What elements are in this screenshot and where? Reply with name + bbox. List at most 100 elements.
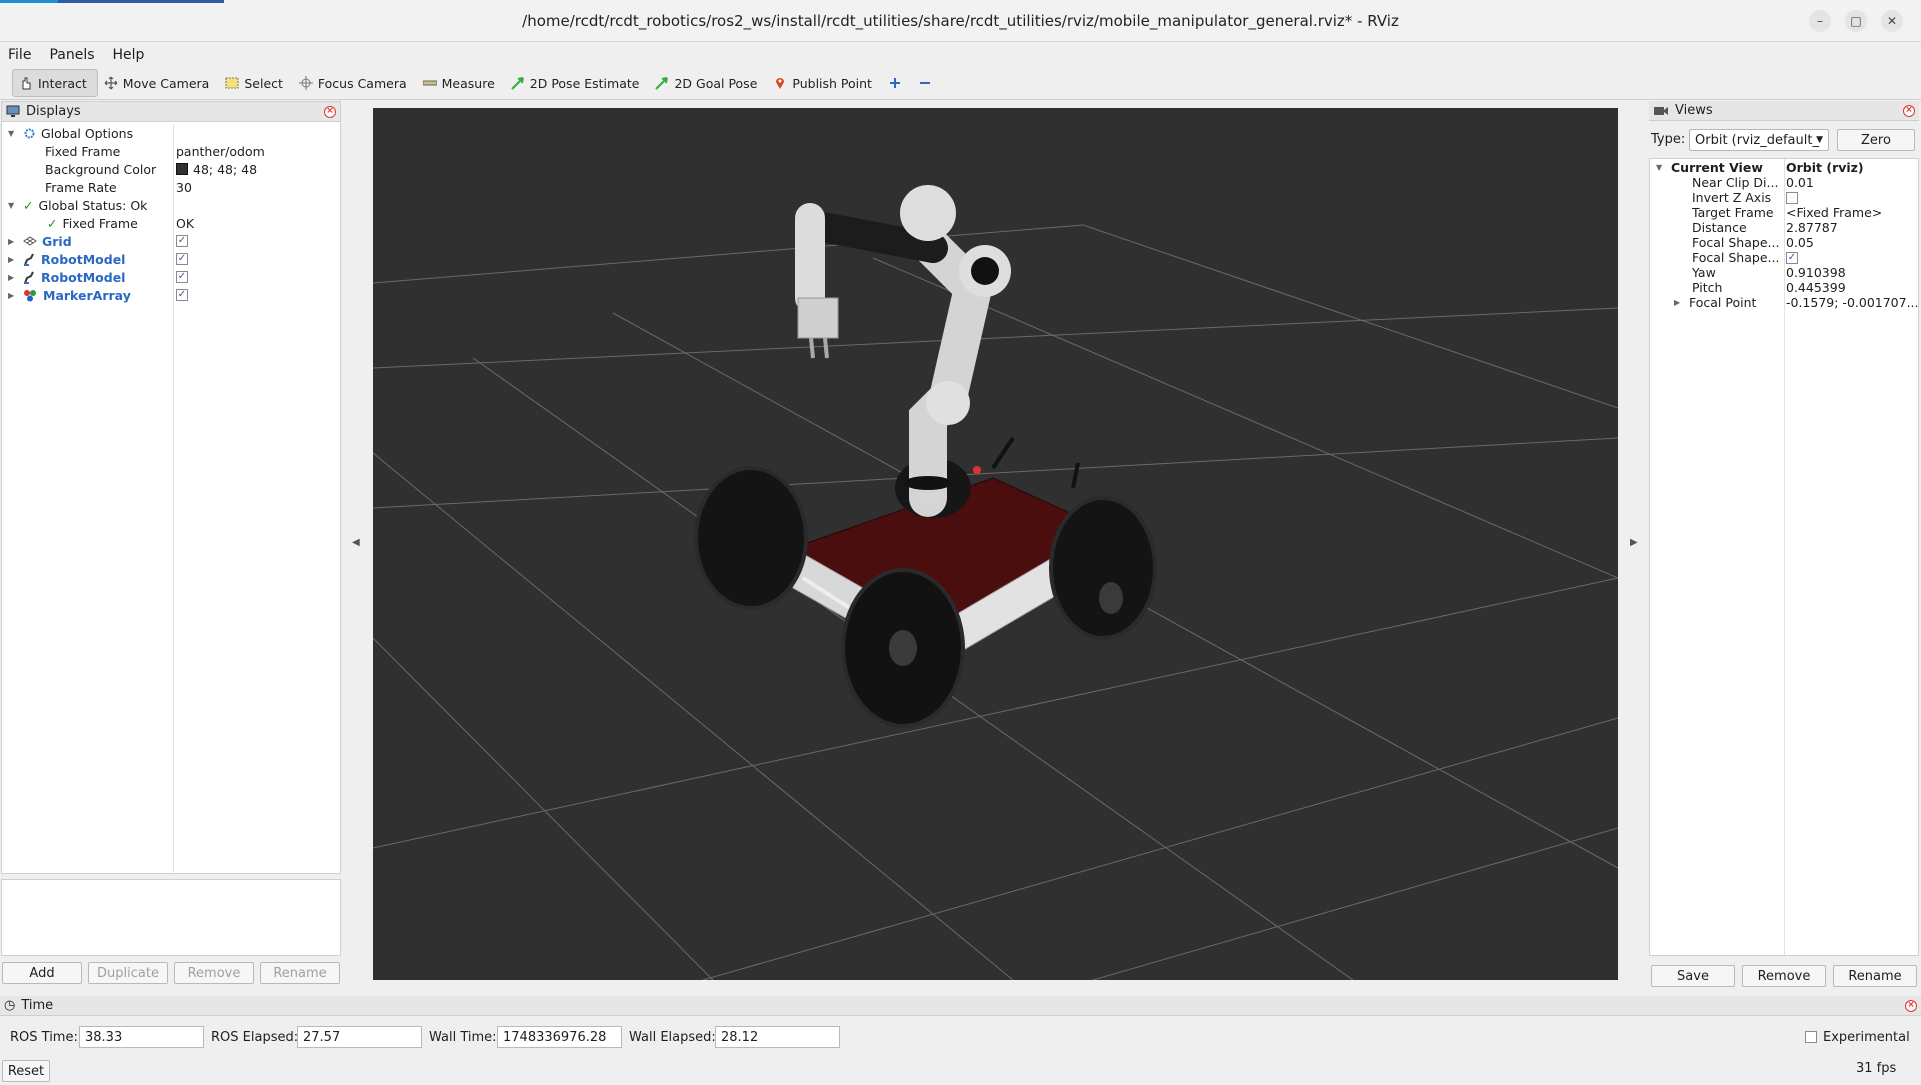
collapse-arrow-icon[interactable]: ▼ <box>8 129 18 138</box>
interact-tool-button[interactable]: Interact <box>12 69 98 97</box>
fixed-frame-value[interactable]: panther/odom <box>176 144 265 159</box>
zero-button[interactable]: Zero <box>1837 129 1915 151</box>
wall-time-field[interactable]: 1748336976.28 <box>497 1026 622 1048</box>
check-icon: ✓ <box>47 215 58 231</box>
color-swatch[interactable] <box>176 163 188 175</box>
wall-elapsed-field[interactable]: 28.12 <box>715 1026 840 1048</box>
reset-button[interactable]: Reset <box>2 1060 50 1082</box>
maximize-icon[interactable]: □ <box>1845 10 1867 32</box>
tree-row-fixed-frame[interactable]: Fixed Frame panther/odom <box>2 142 342 160</box>
tree-row-global-status[interactable]: ▼ ✓ Global Status: Ok <box>2 196 342 214</box>
remove-display-button[interactable]: Remove <box>174 962 254 984</box>
tree-row-distance[interactable]: Distance 2.87787 <box>1650 220 1918 235</box>
ros-elapsed-field[interactable]: 27.57 <box>297 1026 422 1048</box>
focal-point-value[interactable]: -0.1579; -0.001707... <box>1786 295 1919 310</box>
yaw-value[interactable]: 0.910398 <box>1786 265 1846 280</box>
save-view-button[interactable]: Save <box>1651 965 1735 987</box>
markerarray-checkbox[interactable]: ✓ <box>176 289 188 301</box>
experimental-checkbox[interactable] <box>1805 1031 1817 1043</box>
tree-row-near-clip[interactable]: Near Clip Di... 0.01 <box>1650 175 1918 190</box>
tree-row-robotmodel-1[interactable]: ▶ RobotModel ✓ <box>2 250 342 268</box>
grid-checkbox[interactable]: ✓ <box>176 235 188 247</box>
tool-bar: Interact Move Camera Select Focus Camera… <box>0 67 1921 100</box>
measure-tool-button[interactable]: Measure <box>417 69 505 97</box>
tree-row-grid[interactable]: ▶ Grid ✓ <box>2 232 342 250</box>
move-camera-label: Move Camera <box>122 75 210 91</box>
tree-row-yaw[interactable]: Yaw 0.910398 <box>1650 265 1918 280</box>
tree-row-frame-rate[interactable]: Frame Rate 30 <box>2 178 342 196</box>
menu-panels[interactable]: Panels <box>49 47 94 63</box>
tree-row-pitch[interactable]: Pitch 0.445399 <box>1650 280 1918 295</box>
add-display-button[interactable]: Add <box>2 962 82 984</box>
collapse-arrow-icon[interactable]: ▼ <box>8 201 18 210</box>
collapse-left-arrow-icon[interactable]: ◀ <box>352 537 360 548</box>
tree-row-target-frame[interactable]: Target Frame <Fixed Frame> <box>1650 205 1918 220</box>
view-type-select[interactable]: Orbit (rviz_default_ ▼ <box>1689 129 1829 151</box>
goal-pose-tool-button[interactable]: 2D Goal Pose <box>649 69 767 97</box>
robotmodel-checkbox[interactable]: ✓ <box>176 271 188 283</box>
distance-value[interactable]: 2.87787 <box>1786 220 1838 235</box>
tree-row-markerarray[interactable]: ▶ MarkerArray ✓ <box>2 286 342 304</box>
tree-row-global-options[interactable]: ▼ Global Options <box>2 124 342 142</box>
focus-camera-tool-button[interactable]: Focus Camera <box>293 69 417 97</box>
tree-row-invert-z[interactable]: Invert Z Axis <box>1650 190 1918 205</box>
near-clip-value[interactable]: 0.01 <box>1786 175 1814 190</box>
ros-time-label: ROS Time: <box>10 1030 78 1045</box>
expand-arrow-icon[interactable]: ▶ <box>8 255 18 264</box>
tree-row-background-color[interactable]: Background Color 48; 48; 48 <box>2 160 342 178</box>
tree-row-current-view[interactable]: ▼ Current View Orbit (rviz) <box>1650 160 1918 175</box>
collapse-arrow-icon[interactable]: ▼ <box>1656 163 1666 172</box>
rename-view-button[interactable]: Rename <box>1833 965 1917 987</box>
invert-z-checkbox[interactable] <box>1786 191 1798 204</box>
focal-shape-size-label: Focal Shape... <box>1692 235 1780 250</box>
focal-shape-checkbox[interactable]: ✓ <box>1786 251 1798 264</box>
robot-arm-icon <box>24 271 34 284</box>
target-frame-value[interactable]: <Fixed Frame> <box>1786 205 1882 220</box>
pitch-value[interactable]: 0.445399 <box>1786 280 1846 295</box>
select-tool-button[interactable]: Select <box>219 69 293 97</box>
remove-tool-button[interactable] <box>912 69 942 97</box>
close-icon[interactable]: × <box>1903 105 1915 117</box>
view-type-value: Orbit (rviz_default_ <box>1695 132 1819 148</box>
tree-row-robotmodel-2[interactable]: ▶ RobotModel ✓ <box>2 268 342 286</box>
add-tool-button[interactable] <box>882 69 912 97</box>
menu-bar: File Panels Help <box>0 42 1921 68</box>
goal-pose-label: 2D Goal Pose <box>674 75 758 91</box>
ros-time-field[interactable]: 38.33 <box>79 1026 204 1048</box>
expand-arrow-icon[interactable]: ▶ <box>8 273 18 282</box>
ruler-icon <box>422 80 437 86</box>
pitch-label: Pitch <box>1692 280 1723 295</box>
minimize-icon[interactable]: – <box>1809 10 1831 32</box>
pose-estimate-tool-button[interactable]: 2D Pose Estimate <box>505 69 650 97</box>
render-viewport[interactable] <box>373 108 1618 980</box>
move-camera-tool-button[interactable]: Move Camera <box>98 69 220 97</box>
pointer-hand-icon <box>22 77 31 90</box>
remove-view-button[interactable]: Remove <box>1742 965 1826 987</box>
robotmodel-checkbox[interactable]: ✓ <box>176 253 188 265</box>
close-icon[interactable]: ✕ <box>1881 10 1903 32</box>
green-arrow-icon <box>655 77 669 90</box>
rename-display-button[interactable]: Rename <box>260 962 340 984</box>
frame-rate-label: Frame Rate <box>45 179 117 195</box>
focal-shape-size-value[interactable]: 0.05 <box>1786 235 1814 250</box>
expand-arrow-icon[interactable]: ▶ <box>8 237 18 246</box>
publish-point-tool-button[interactable]: Publish Point <box>767 69 882 97</box>
focal-point-label: Focal Point <box>1689 295 1757 310</box>
close-icon[interactable]: × <box>1905 1000 1917 1012</box>
close-icon[interactable]: × <box>324 106 336 118</box>
menu-file[interactable]: File <box>8 47 31 63</box>
background-color-value[interactable]: 48; 48; 48 <box>193 162 257 177</box>
duplicate-display-button[interactable]: Duplicate <box>88 962 168 984</box>
current-view-value: Orbit (rviz) <box>1786 160 1864 175</box>
tree-row-status-fixed-frame[interactable]: ✓ Fixed Frame OK <box>2 214 342 232</box>
menu-help[interactable]: Help <box>113 47 145 63</box>
expand-arrow-icon[interactable]: ▶ <box>1674 298 1684 307</box>
tree-row-focal-shape-size[interactable]: Focal Shape... 0.05 <box>1650 235 1918 250</box>
collapse-right-arrow-icon[interactable]: ▶ <box>1630 537 1638 548</box>
expand-arrow-icon[interactable]: ▶ <box>8 291 18 300</box>
window-titlebar: /home/rcdt/rcdt_robotics/ros2_ws/install… <box>0 0 1921 42</box>
frame-rate-value[interactable]: 30 <box>176 180 192 195</box>
tree-row-focal-shape-fixed[interactable]: Focal Shape... ✓ <box>1650 250 1918 265</box>
distance-label: Distance <box>1692 220 1747 235</box>
tree-row-focal-point[interactable]: ▶ Focal Point -0.1579; -0.001707... <box>1650 295 1919 310</box>
